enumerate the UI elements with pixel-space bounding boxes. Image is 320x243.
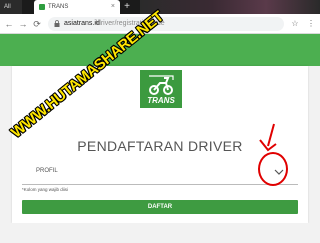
trans-logo: TRANS bbox=[140, 70, 182, 108]
page-bottom bbox=[0, 223, 320, 243]
profil-label: PROFIL bbox=[36, 168, 58, 174]
lock-icon bbox=[54, 20, 60, 27]
logo-text: TRANS bbox=[147, 96, 175, 105]
reload-button[interactable]: ⟳ bbox=[32, 18, 42, 30]
menu-icon[interactable]: ⋮ bbox=[306, 18, 316, 30]
tab-close-icon[interactable]: × bbox=[111, 0, 115, 14]
tab-strip-background bbox=[140, 0, 320, 14]
new-tab-button[interactable]: + bbox=[122, 0, 132, 14]
tab-inactive[interactable]: All bbox=[0, 0, 22, 14]
forward-button[interactable]: → bbox=[18, 18, 28, 30]
star-icon[interactable]: ☆ bbox=[290, 18, 300, 30]
tab-active[interactable]: TRANS × bbox=[34, 0, 120, 14]
annotation-circle bbox=[258, 152, 288, 186]
tab-title: TRANS bbox=[48, 4, 69, 10]
favicon-icon bbox=[39, 4, 45, 10]
back-button[interactable]: ← bbox=[4, 18, 14, 30]
daftar-button[interactable]: DAFTAR bbox=[22, 200, 298, 214]
profil-dropdown[interactable]: PROFIL bbox=[22, 162, 298, 185]
required-note: *Kolom yang wajib diisi bbox=[22, 187, 69, 192]
header-band bbox=[0, 34, 320, 66]
scooter-logo-icon bbox=[149, 75, 174, 95]
